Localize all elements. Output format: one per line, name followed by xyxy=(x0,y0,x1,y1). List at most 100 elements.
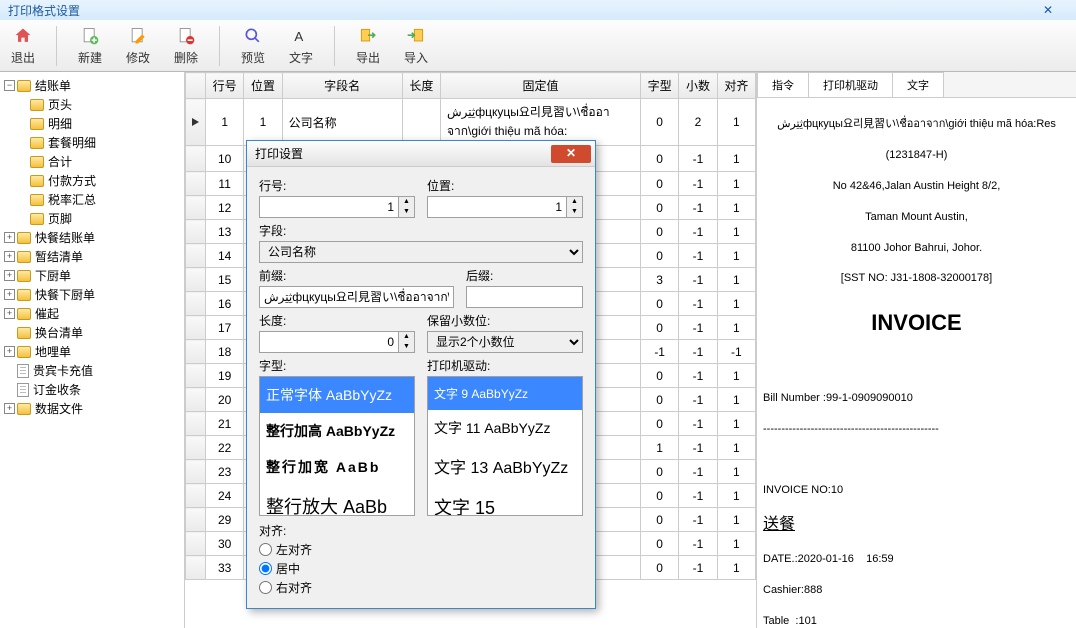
tree-root[interactable]: −结账单 xyxy=(2,76,182,95)
folder-icon xyxy=(30,118,44,130)
grid-header[interactable]: 位置 xyxy=(244,73,282,99)
driver-option[interactable]: 文字 15 AaBbYyZz xyxy=(428,486,582,516)
tree-child[interactable]: 税率汇总 xyxy=(2,190,182,209)
folder-icon xyxy=(17,308,31,320)
tree-child[interactable]: 页头 xyxy=(2,95,182,114)
export-button[interactable]: 导出 xyxy=(353,25,383,66)
tree-sibling[interactable]: +地哩单 xyxy=(2,342,182,361)
tree-sibling[interactable]: 订金收条 xyxy=(2,380,182,399)
tree-sibling[interactable]: +数据文件 xyxy=(2,399,182,418)
toolbar: 退出 新建 修改 删除 预览 A 文字 导出 导入 xyxy=(0,20,1076,72)
font-option[interactable]: 正常字体 AaBbYyZz xyxy=(260,377,414,413)
row-label: 行号: xyxy=(259,177,415,194)
svg-text:A: A xyxy=(294,29,303,44)
export-icon xyxy=(357,25,379,47)
folder-icon xyxy=(17,80,31,92)
folder-icon xyxy=(17,251,31,263)
delete-button[interactable]: 删除 xyxy=(171,25,201,66)
grid-header[interactable]: 小数 xyxy=(679,73,717,99)
preview-tabs: 指令 打印机驱动 文字 xyxy=(757,72,1076,98)
driver-label: 打印机驱动: xyxy=(427,357,583,374)
edit-button[interactable]: 修改 xyxy=(123,25,153,66)
edit-icon xyxy=(127,25,149,47)
driver-option[interactable]: 文字 13 AaBbYyZz xyxy=(428,446,582,486)
folder-icon xyxy=(17,403,31,415)
tree-child[interactable]: 页脚 xyxy=(2,209,182,228)
driver-option[interactable]: 文字 11 AaBbYyZz xyxy=(428,410,582,446)
tree-child[interactable]: 付款方式 xyxy=(2,171,182,190)
delete-icon xyxy=(175,25,197,47)
length-spinner[interactable]: ▲▼ xyxy=(399,331,415,353)
table-row[interactable]: 11公司名称ثِتِرشфцкуцы요리見習い\ชื่ออาจาก\giới t… xyxy=(186,99,756,146)
field-label: 字段: xyxy=(259,222,583,239)
tree-sibling[interactable]: +催起 xyxy=(2,304,182,323)
import-button[interactable]: 导入 xyxy=(401,25,431,66)
folder-icon xyxy=(30,175,44,187)
font-listbox[interactable]: 正常字体 AaBbYyZz整行加高 AaBbYyZz整行加宽 AaBb整行放大 … xyxy=(259,376,415,516)
tree-sibling[interactable]: 贵宾卡充值 xyxy=(2,361,182,380)
font-option[interactable]: 整行加高 AaBbYyZz xyxy=(260,413,414,449)
row-marker-icon xyxy=(192,118,199,126)
prefix-input[interactable] xyxy=(259,286,454,308)
grid-header[interactable]: 固定值 xyxy=(440,73,640,99)
folder-icon xyxy=(30,137,44,149)
folder-icon xyxy=(17,270,31,282)
window-close-button[interactable]: ✕ xyxy=(1028,3,1068,17)
text-button[interactable]: A 文字 xyxy=(286,25,316,66)
font-option[interactable]: 整行放大 AaBb xyxy=(260,485,414,516)
grid-header[interactable]: 字型 xyxy=(640,73,678,99)
grid-header[interactable]: 对齐 xyxy=(717,73,755,99)
row-spinner[interactable]: ▲▼ xyxy=(399,196,415,218)
folder-icon xyxy=(30,156,44,168)
dialog-close-button[interactable]: ✕ xyxy=(551,145,591,163)
tree-sibling[interactable]: +暂结清单 xyxy=(2,247,182,266)
tree-child[interactable]: 合计 xyxy=(2,152,182,171)
folder-icon xyxy=(17,346,31,358)
dialog-title: 打印设置 xyxy=(255,145,303,162)
driver-listbox[interactable]: 文字 9 AaBbYyZz文字 11 AaBbYyZz文字 13 AaBbYyZ… xyxy=(427,376,583,516)
preview-button[interactable]: 预览 xyxy=(238,25,268,66)
import-icon xyxy=(405,25,427,47)
new-icon xyxy=(79,25,101,47)
exit-button[interactable]: 退出 xyxy=(8,25,38,66)
decimal-select[interactable]: 显示2个小数位 xyxy=(427,331,583,353)
pos-label: 位置: xyxy=(427,177,583,194)
new-button[interactable]: 新建 xyxy=(75,25,105,66)
folder-icon xyxy=(30,213,44,225)
tree-sibling[interactable]: +下厨单 xyxy=(2,266,182,285)
file-icon xyxy=(17,364,29,378)
length-label: 长度: xyxy=(259,312,415,329)
folder-icon xyxy=(30,194,44,206)
folder-icon xyxy=(17,289,31,301)
tab-command[interactable]: 指令 xyxy=(757,72,809,97)
align-label: 对齐: xyxy=(259,522,583,539)
preview-panel: 指令 打印机驱动 文字 ثِتِرشфцкуцы요리見習い\ชื่ออาจาก\… xyxy=(756,72,1076,628)
folder-icon xyxy=(30,99,44,111)
tree-sibling[interactable]: +快餐结账单 xyxy=(2,228,182,247)
align-left-radio[interactable] xyxy=(259,543,272,556)
field-select[interactable]: 公司名称 xyxy=(259,241,583,263)
grid-header[interactable]: 长度 xyxy=(402,73,440,99)
font-label: 字型: xyxy=(259,357,415,374)
driver-option[interactable]: 文字 9 AaBbYyZz xyxy=(428,377,582,410)
grid-header[interactable]: 行号 xyxy=(206,73,244,99)
tree-panel[interactable]: −结账单 页头明细套餐明细合计付款方式税率汇总页脚 +快餐结账单+暂结清单+下厨… xyxy=(0,72,185,628)
length-input[interactable] xyxy=(259,331,399,353)
tab-driver[interactable]: 打印机驱动 xyxy=(808,72,893,97)
tree-sibling[interactable]: +快餐下厨单 xyxy=(2,285,182,304)
preview-body: ثِتِرشфцкуцы요리見習い\ชื่ออาจาก\giới thiệu m… xyxy=(757,98,1076,628)
align-center-radio[interactable] xyxy=(259,562,272,575)
tree-child[interactable]: 明细 xyxy=(2,114,182,133)
grid-header[interactable]: 字段名 xyxy=(282,73,402,99)
pos-input[interactable] xyxy=(427,196,567,218)
tree-child[interactable]: 套餐明细 xyxy=(2,133,182,152)
pos-spinner[interactable]: ▲▼ xyxy=(567,196,583,218)
row-input[interactable] xyxy=(259,196,399,218)
window-title: 打印格式设置 xyxy=(8,2,80,19)
tree-sibling[interactable]: 换台清单 xyxy=(2,323,182,342)
tab-text[interactable]: 文字 xyxy=(892,72,944,97)
suffix-input[interactable] xyxy=(466,286,583,308)
text-icon: A xyxy=(290,25,312,47)
align-right-radio[interactable] xyxy=(259,581,272,594)
font-option[interactable]: 整行加宽 AaBb xyxy=(260,449,414,485)
